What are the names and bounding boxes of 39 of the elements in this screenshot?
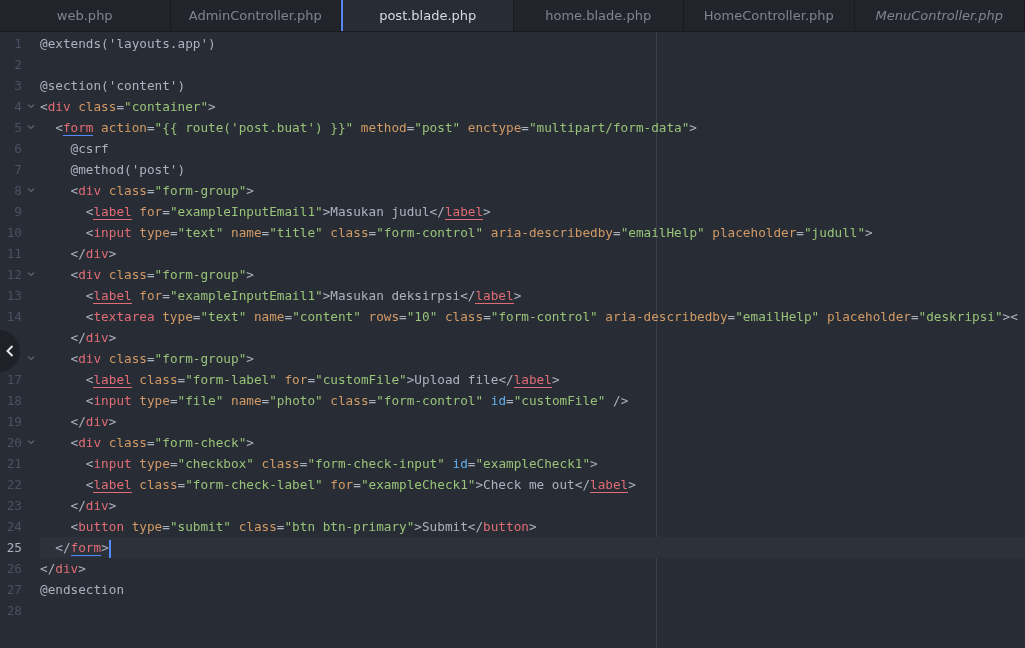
file-tab[interactable]: MenuController.php: [854, 0, 1025, 31]
chevron-left-icon: [6, 345, 14, 357]
code-line: </div>: [69, 245, 118, 263]
code-line: <label class="form-check-label" for="exampleCheck1">Check me out</label>: [84, 476, 637, 495]
code-line: <form action="{{ route('post.buat') }}" method="post" enctype="multipart/form-data">: [54, 119, 698, 138]
line-number: 25: [5, 540, 22, 555]
code-line: <input type="file" name="photo" class="form-control" id="customFile" />: [84, 392, 630, 410]
chevron-icon[interactable]: [27, 124, 35, 130]
chevron-icon[interactable]: [27, 355, 35, 361]
code-line: </div>: [40, 560, 87, 578]
code-line: <div class="form-group">: [69, 182, 255, 200]
code-line: <div class="form-check">: [69, 434, 255, 452]
chevron-icon[interactable]: [27, 271, 35, 277]
chevron-icon[interactable]: [27, 187, 35, 193]
code-line: <div class="container">: [40, 98, 217, 116]
code-line: <input type="checkbox" class="form-check-input" id="exampleCheck1">: [84, 455, 599, 473]
code-line: <label class="form-label" for="customFile">Upload file</label>: [84, 371, 561, 390]
code-line: @method('post'): [69, 161, 187, 179]
code-line: </div>: [69, 329, 118, 347]
code-line: <div class="form-group">: [69, 266, 255, 284]
chevron-icon[interactable]: [27, 439, 35, 445]
code-line: @csrf: [69, 140, 110, 158]
text-cursor: [108, 539, 111, 558]
chevron-icon[interactable]: [27, 103, 35, 109]
code-line: <label for="exampleInputEmail1">Masukan deksirpsi</label>: [84, 287, 523, 306]
code-line: @endsection: [40, 581, 126, 599]
code-line: </div>: [69, 497, 118, 515]
file-tab[interactable]: post.blade.php: [341, 0, 514, 31]
file-tab[interactable]: HomeController.php: [684, 0, 855, 31]
code-line: @extends('layouts.app'): [40, 35, 217, 53]
file-tab[interactable]: web.php: [0, 0, 171, 31]
code-line: <textarea type="text" name="content" rows="10" class="form-control" aria-describedby="emailHelp" placeholder="deskripsi"><: [84, 308, 1019, 326]
file-tab[interactable]: home.blade.php: [513, 0, 684, 31]
code-line: <button type="submit" class="btn btn-primary">Submit</button>: [69, 518, 538, 536]
code-line: </div>: [69, 413, 118, 431]
code-line: <input type="text" name="title" class="form-control" aria-describedby="emailHelp" placeholder="judull">: [84, 224, 874, 242]
code-line: @section('content'): [40, 77, 187, 95]
code-line: <div class="form-group">: [69, 350, 255, 368]
code-line: <label for="exampleInputEmail1">Masukan judul</label>: [84, 203, 492, 222]
